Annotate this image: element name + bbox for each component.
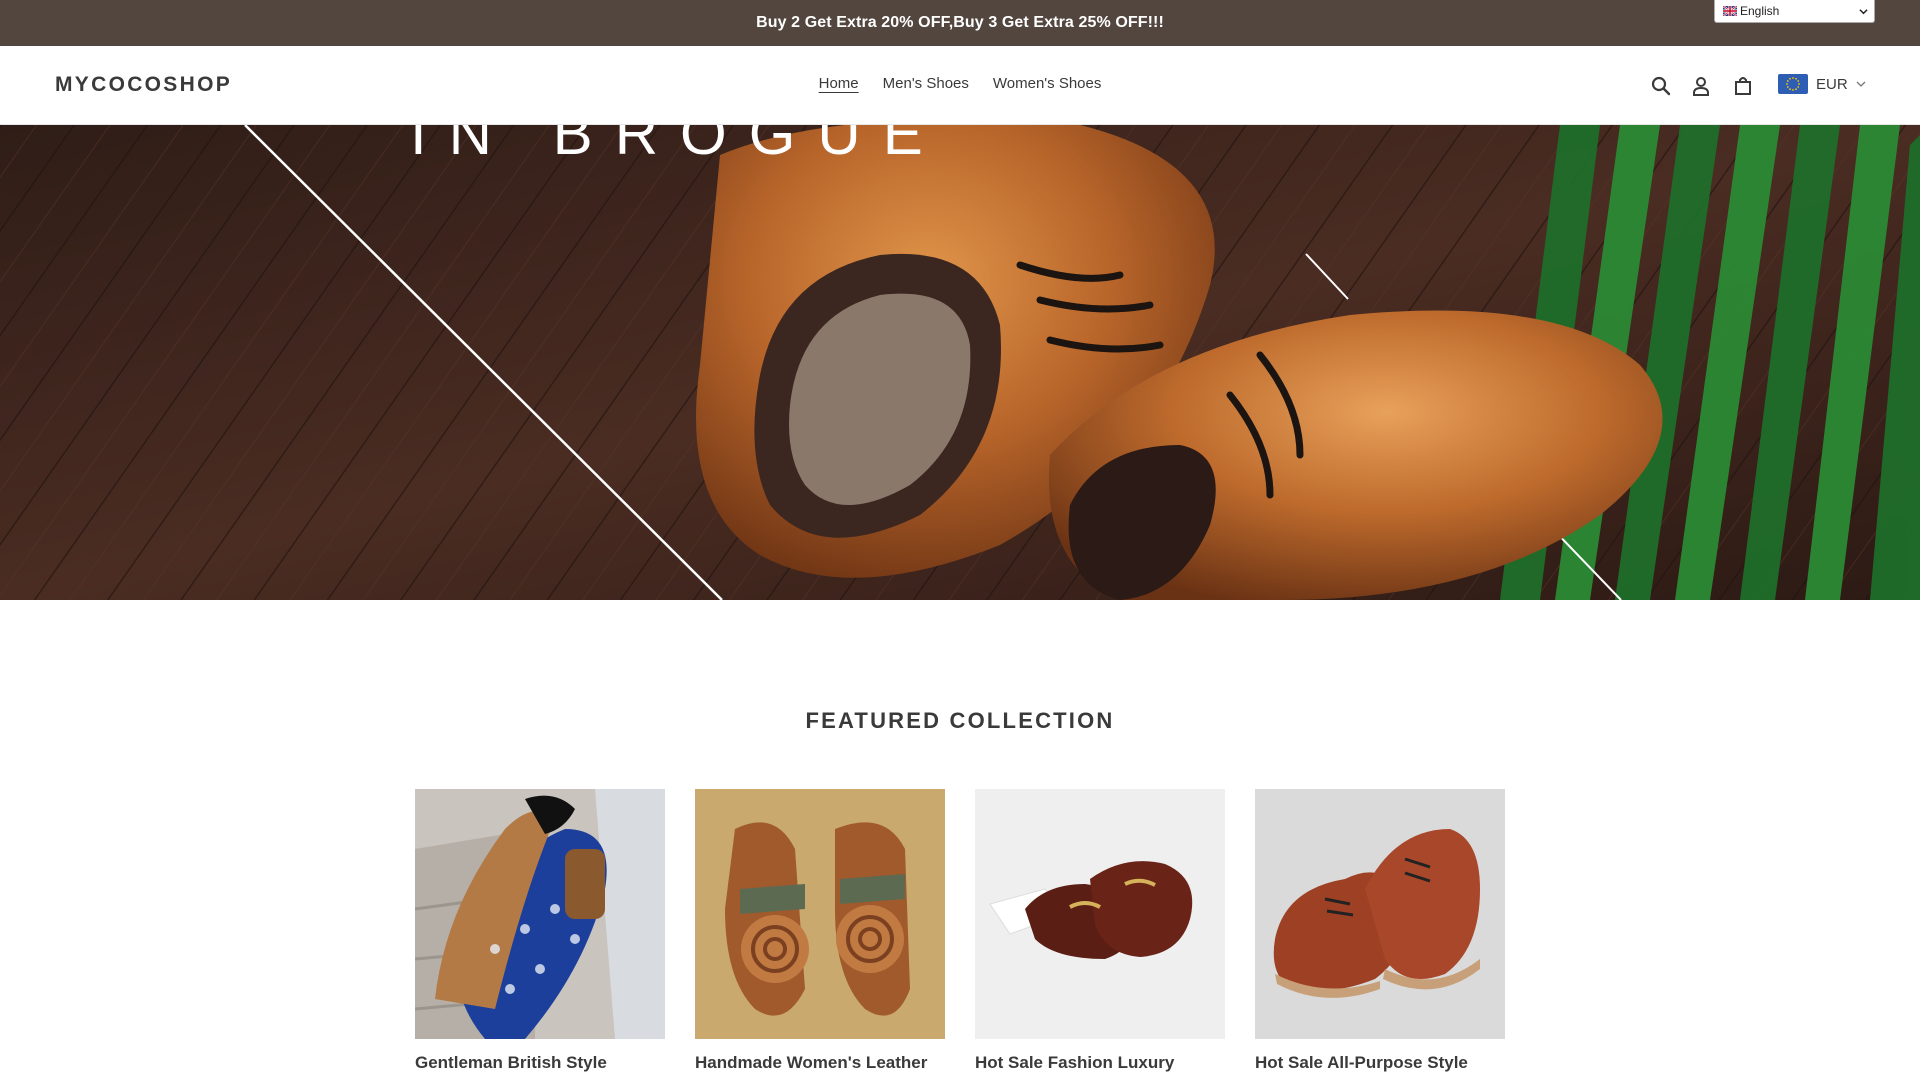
site-header: MYCOCOSHOP Home Men's Shoes Women's Shoe… [0, 46, 1920, 125]
account-icon[interactable] [1689, 74, 1713, 98]
featured-collection-title: FEATURED COLLECTION [805, 708, 1115, 733]
product-card[interactable]: Hot Sale Fashion Luxury [975, 789, 1225, 1073]
language-selector[interactable]: English [1714, 0, 1875, 23]
currency-selector[interactable]: EUR [1778, 74, 1866, 94]
chevron-down-icon [1856, 81, 1866, 87]
product-card[interactable]: Hot Sale All-Purpose Style [1255, 789, 1505, 1073]
chevron-down-icon [1859, 8, 1868, 14]
product-title[interactable]: Handmade Women's Leather [695, 1053, 945, 1073]
nav-mens-shoes[interactable]: Men's Shoes [883, 75, 969, 92]
product-title[interactable]: Hot Sale Fashion Luxury [975, 1053, 1225, 1073]
eu-flag-icon [1778, 74, 1808, 94]
nav-womens-shoes[interactable]: Women's Shoes [993, 75, 1101, 92]
product-image[interactable] [415, 789, 665, 1039]
language-label: English [1740, 4, 1780, 18]
announcement-bar: Buy 2 Get Extra 20% OFF,Buy 3 Get Extra … [0, 0, 1920, 46]
product-image[interactable] [695, 789, 945, 1039]
search-icon[interactable] [1649, 74, 1673, 98]
main-nav: Home Men's Shoes Women's Shoes [0, 75, 1920, 92]
product-image[interactable] [1255, 789, 1505, 1039]
hero-banner[interactable]: IN BROGUE [0, 125, 1920, 600]
cart-icon[interactable] [1731, 74, 1755, 98]
uk-flag-icon [1723, 6, 1737, 16]
hero-image [0, 125, 1920, 600]
currency-label: EUR [1816, 75, 1848, 93]
product-card[interactable]: Handmade Women's Leather [695, 789, 945, 1073]
hero-title: IN BROGUE [410, 125, 945, 167]
product-image[interactable] [975, 789, 1225, 1039]
announcement-text: Buy 2 Get Extra 20% OFF,Buy 3 Get Extra … [756, 14, 1164, 31]
nav-home[interactable]: Home [819, 75, 859, 92]
product-title[interactable]: Gentleman British Style [415, 1053, 665, 1073]
product-grid: Gentleman British Style Handmade Women's… [415, 789, 1505, 1073]
product-title[interactable]: Hot Sale All-Purpose Style [1255, 1053, 1505, 1073]
product-card[interactable]: Gentleman British Style [415, 789, 665, 1073]
